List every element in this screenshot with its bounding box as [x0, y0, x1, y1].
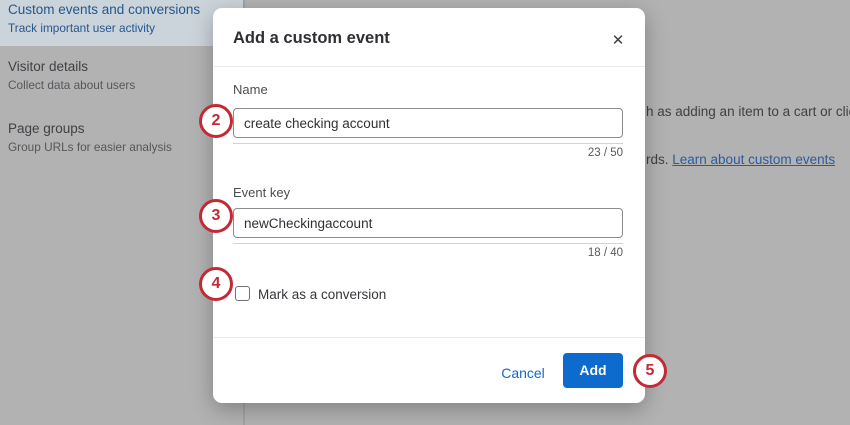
- name-char-counter: 23 / 50: [587, 147, 623, 159]
- sidebar-item-custom-events[interactable]: Custom events and conversions: [8, 2, 200, 17]
- event-key-input[interactable]: [233, 208, 623, 238]
- learn-about-custom-events-link[interactable]: Learn about custom events: [672, 152, 835, 167]
- mark-as-conversion-checkbox[interactable]: [235, 286, 250, 301]
- annotation-badge-2: 2: [199, 104, 233, 138]
- background-text-line3: rds. Learn about custom events: [646, 152, 835, 167]
- add-custom-event-dialog: Add a custom event ✕ Name 23 / 50 Event …: [213, 8, 645, 403]
- dialog-title: Add a custom event: [233, 29, 390, 47]
- cancel-button[interactable]: Cancel: [493, 361, 553, 385]
- sidebar-item-visitor-details-subtitle[interactable]: Collect data about users: [8, 78, 135, 92]
- header-divider: [213, 66, 645, 67]
- mark-as-conversion-label: Mark as a conversion: [258, 287, 387, 302]
- name-input-underline: [233, 143, 623, 144]
- annotation-badge-5: 5: [633, 354, 667, 388]
- name-field-label: Name: [233, 82, 268, 97]
- close-icon[interactable]: ✕: [607, 30, 629, 52]
- sidebar-item-custom-events-subtitle[interactable]: Track important user activity: [8, 21, 155, 35]
- footer-divider: [213, 337, 645, 338]
- event-key-char-counter: 18 / 40: [587, 247, 623, 259]
- sidebar-item-visitor-details[interactable]: Visitor details: [8, 59, 88, 74]
- annotation-badge-3: 3: [199, 199, 233, 233]
- sidebar-item-page-groups[interactable]: Page groups: [8, 121, 85, 136]
- event-key-field-label: Event key: [233, 185, 291, 200]
- background-text-line3-prefix: rds.: [646, 152, 673, 167]
- sidebar-item-page-groups-subtitle[interactable]: Group URLs for easier analysis: [8, 140, 172, 154]
- event-key-input-underline: [233, 243, 623, 244]
- background-text-line1: h as adding an item to a cart or clicki: [646, 104, 850, 119]
- add-button[interactable]: Add: [563, 353, 623, 388]
- annotation-badge-4: 4: [199, 267, 233, 301]
- name-input[interactable]: [233, 108, 623, 138]
